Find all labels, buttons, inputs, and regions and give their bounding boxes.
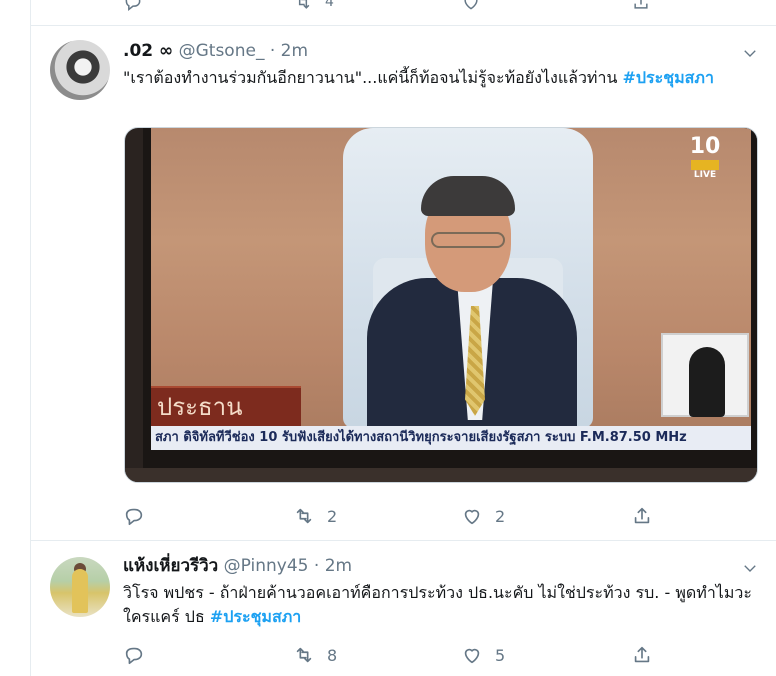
retweet-button[interactable]: 8 xyxy=(293,643,337,667)
timestamp[interactable]: 2m xyxy=(281,41,308,61)
separator: · xyxy=(313,556,320,576)
retweet-button[interactable]: 2 xyxy=(293,504,337,528)
hashtag-link[interactable]: #ประชุมสภา xyxy=(622,68,713,87)
display-name[interactable]: .02 ∞ xyxy=(123,41,173,61)
heart-icon xyxy=(464,648,480,664)
tweet-header: แห้งเหี่ยวรีวิว @Pinny45 · 2m xyxy=(123,555,352,577)
retweet-icon xyxy=(296,508,312,524)
retweet-button[interactable]: 4 xyxy=(293,0,334,12)
retweet-count: 2 xyxy=(327,506,338,526)
tv-stand xyxy=(125,468,757,482)
share-icon xyxy=(634,646,650,663)
like-count: 2 xyxy=(495,506,506,526)
heart-icon xyxy=(464,509,480,525)
tweet-actions: 8 5 xyxy=(123,643,663,667)
reply-button[interactable] xyxy=(123,643,157,667)
sign-language-inset xyxy=(661,333,749,417)
nameplate: ประธาน xyxy=(151,386,301,426)
avatar[interactable] xyxy=(50,557,110,617)
news-ticker: สภา ดิจิทัลทีวีช่อง 10 รับฟังเสียงได้ทาง… xyxy=(151,426,751,450)
share-icon[interactable] xyxy=(631,0,651,16)
tweet-actions: 2 2 xyxy=(123,504,663,528)
tweet-body: "เราต้องทำงานร่วมกันอีกยาวนาน"...แค่นี้ก… xyxy=(123,68,623,87)
retweet-icon xyxy=(298,0,310,9)
like-icon[interactable] xyxy=(461,0,481,16)
reply-icon[interactable] xyxy=(123,0,143,16)
retweet-count: 4 xyxy=(325,0,334,10)
reply-icon xyxy=(125,508,143,526)
tv-frame: ประธาน 10 LIVE สภา ดิจิทัลทีวีช่อง 10 รั… xyxy=(143,128,757,468)
tweet[interactable]: .02 ∞ @Gtsone_ · 2m "เราต้องทำงานร่วมกัน… xyxy=(31,26,776,541)
reply-icon xyxy=(125,647,143,665)
share-icon xyxy=(634,507,650,524)
share-button[interactable] xyxy=(631,643,653,667)
channel-logo: 10 LIVE xyxy=(689,134,721,180)
handle[interactable]: @Gtsone_ xyxy=(179,41,265,61)
tweet-text: วิโรจ พปชร - ถ้าฝ่ายค้านวอคเอาท์คือการปร… xyxy=(123,581,763,629)
retweet-count: 8 xyxy=(327,645,338,665)
tv-screen: ประธาน 10 LIVE สภา ดิจิทัลทีวีช่อง 10 รั… xyxy=(151,128,751,450)
reply-button[interactable] xyxy=(123,504,157,528)
like-count: 5 xyxy=(495,645,506,665)
tweet-text: "เราต้องทำงานร่วมกันอีกยาวนาน"...แค่นี้ก… xyxy=(123,66,763,90)
display-name[interactable]: แห้งเหี่ยวรีวิว xyxy=(123,556,218,576)
share-button[interactable] xyxy=(631,504,653,528)
chevron-down-icon[interactable] xyxy=(741,559,759,577)
tweet-header: .02 ∞ @Gtsone_ · 2m xyxy=(123,40,308,62)
previous-tweet-actions: 4 xyxy=(31,0,776,26)
timeline: 4 .02 ∞ @Gtsone_ · 2m "เราต้องทำงานร่วมก… xyxy=(30,0,776,676)
tweet[interactable]: แห้งเหี่ยวรีวิว @Pinny45 · 2m วิโรจ พปชร… xyxy=(31,541,776,676)
avatar[interactable] xyxy=(50,40,110,100)
separator: · xyxy=(269,41,276,61)
retweet-icon xyxy=(296,647,312,663)
timestamp[interactable]: 2m xyxy=(325,556,352,576)
hashtag-link[interactable]: #ประชุมสภา xyxy=(210,607,301,626)
like-button[interactable]: 2 xyxy=(461,504,505,528)
tweet-media-photo[interactable]: ประธาน 10 LIVE สภา ดิจิทัลทีวีช่อง 10 รั… xyxy=(124,127,758,483)
chevron-down-icon[interactable] xyxy=(741,44,759,62)
like-button[interactable]: 5 xyxy=(461,643,505,667)
handle[interactable]: @Pinny45 xyxy=(224,556,309,576)
